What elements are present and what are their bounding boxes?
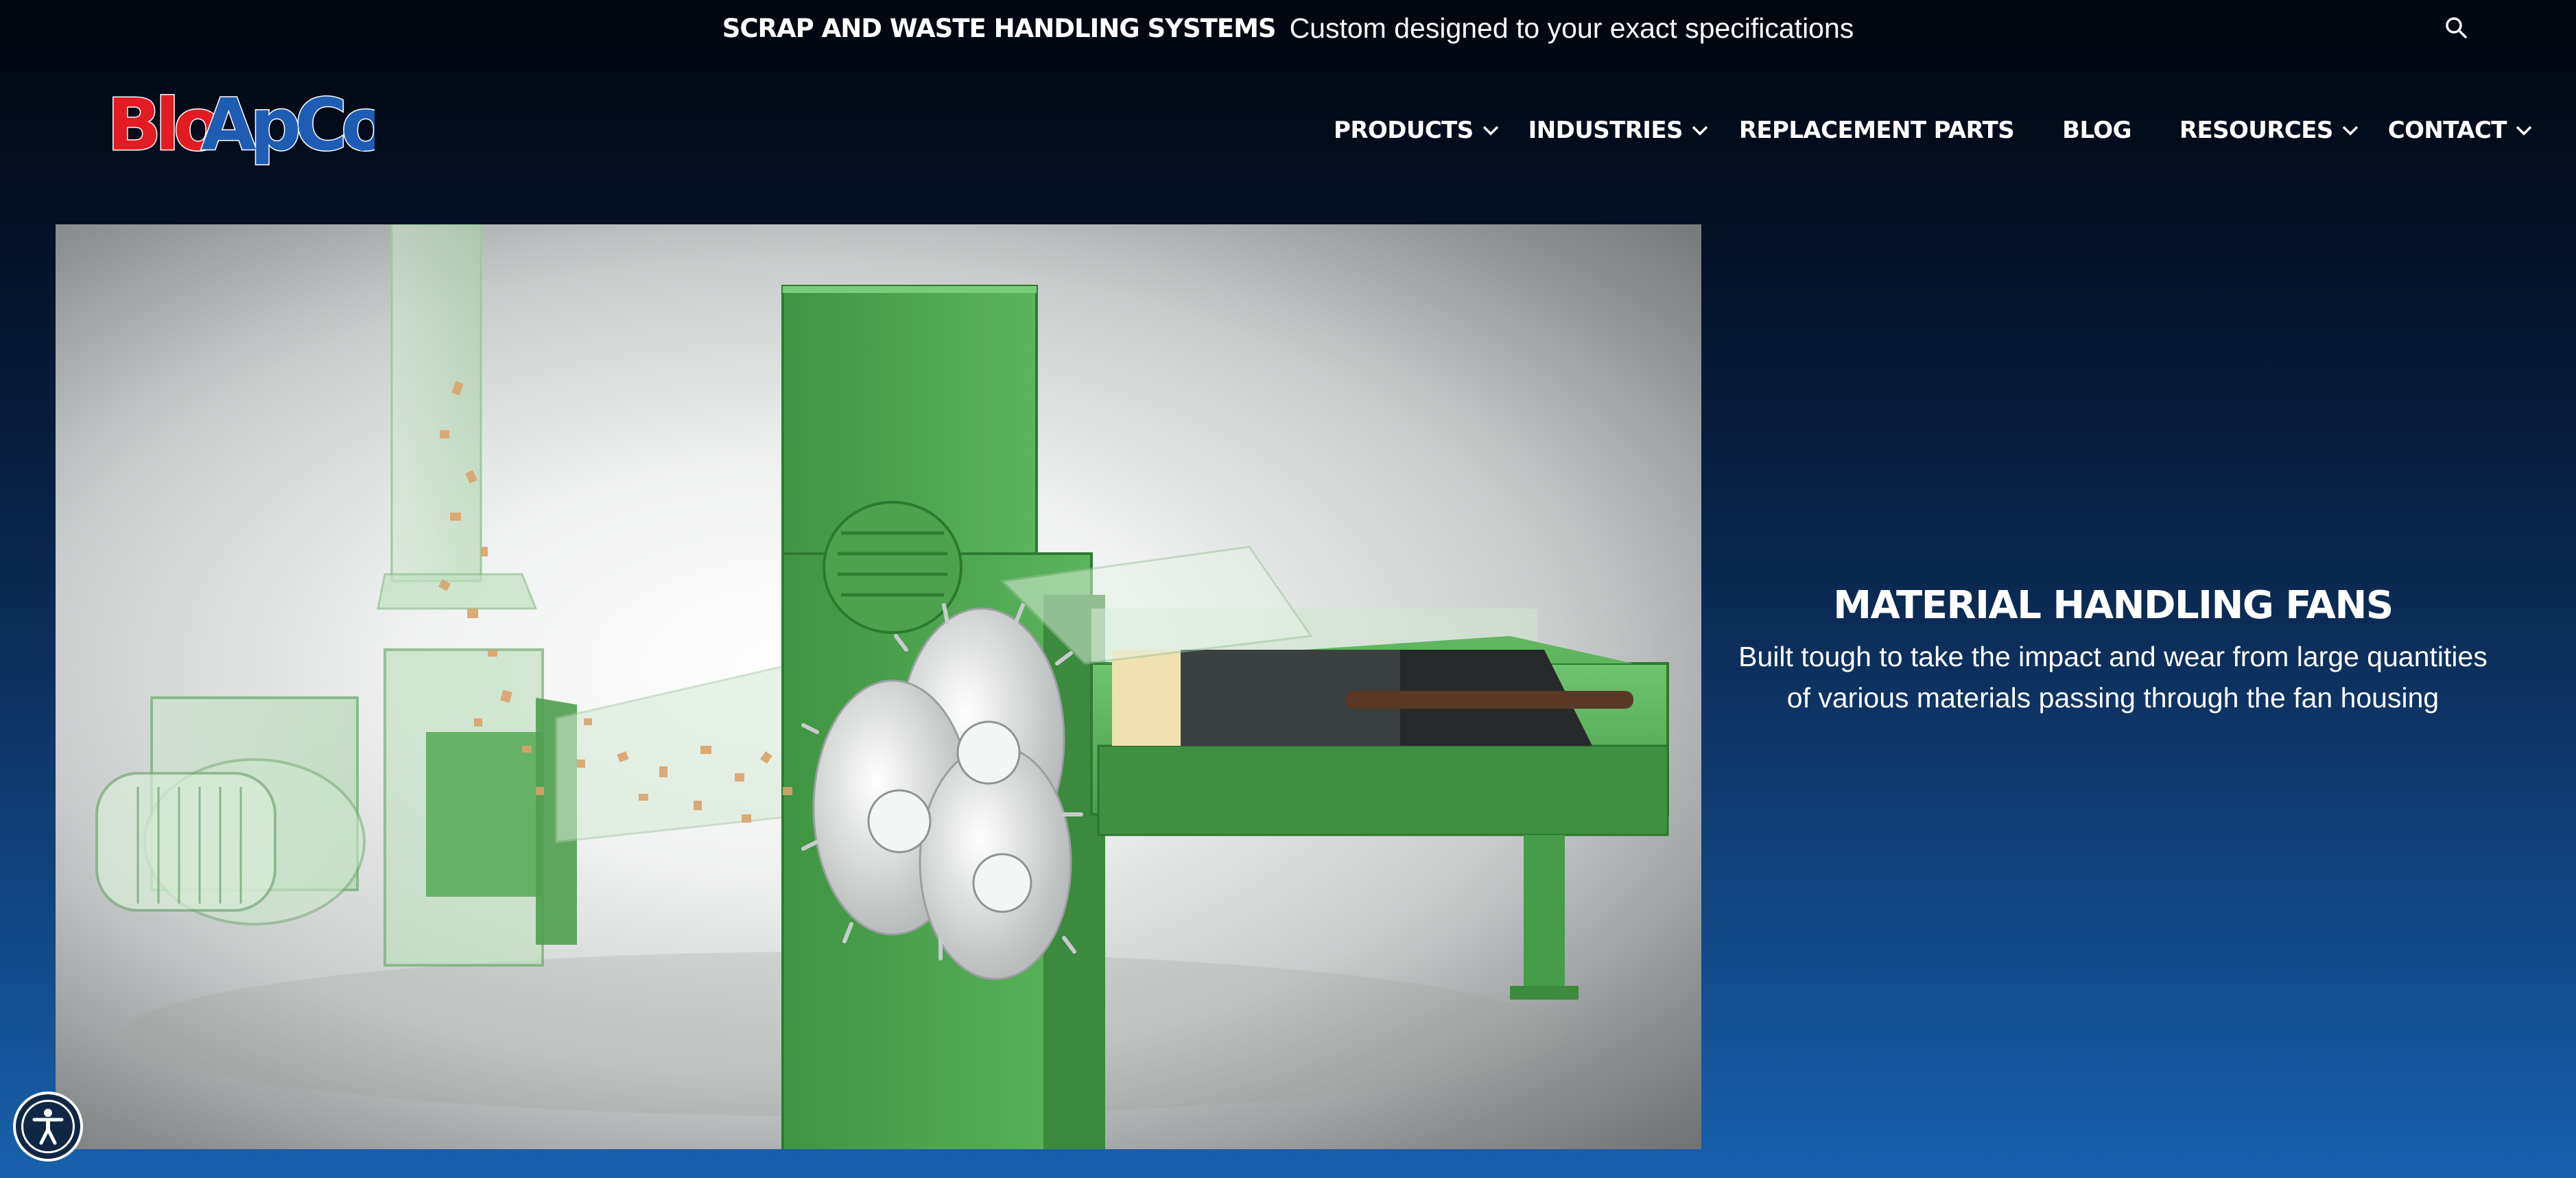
nav-item-blog[interactable]: BLOG xyxy=(2062,117,2131,144)
nav-item-resources[interactable]: RESOURCES xyxy=(2179,117,2359,144)
nav-label: CONTACT xyxy=(2387,117,2507,144)
nav-label: RESOURCES xyxy=(2179,117,2333,144)
chevron-down-icon xyxy=(1692,126,1708,136)
main-navigation: PRODUCTS INDUSTRIES REPLACEMENT PARTS BL… xyxy=(1334,110,2533,151)
nav-item-industries[interactable]: INDUSTRIES xyxy=(1528,117,1709,144)
feature-description: Built tough to take the impact and wear … xyxy=(1738,641,2488,714)
nav-item-products[interactable]: PRODUCTS xyxy=(1334,117,1500,144)
announcement-bar: SCRAP AND WASTE HANDLING SYSTEMS Custom … xyxy=(0,0,2576,56)
nav-label: PRODUCTS xyxy=(1334,117,1474,144)
nav-label: INDUSTRIES xyxy=(1528,117,1683,144)
nav-label: BLOG xyxy=(2062,117,2131,144)
shredder-illustration xyxy=(95,224,1669,1149)
svg-text:ApCo: ApCo xyxy=(201,83,375,167)
search-icon[interactable] xyxy=(2444,15,2468,40)
nav-label: REPLACEMENT PARTS xyxy=(1738,117,2015,144)
nav-item-replacement-parts[interactable]: REPLACEMENT PARTS xyxy=(1738,117,2015,144)
chevron-down-icon xyxy=(2516,126,2532,136)
hero-machine-image xyxy=(56,224,1701,1149)
announcement-tagline: Custom designed to your exact specificat… xyxy=(1289,12,1854,44)
feature-title: MATERIAL HANDLING FANS xyxy=(1833,583,2394,628)
accessibility-button[interactable] xyxy=(13,1092,83,1162)
accessibility-icon xyxy=(21,1100,75,1153)
chevron-down-icon xyxy=(1482,126,1498,136)
chevron-down-icon xyxy=(2342,126,2359,136)
feature-text: MATERIAL HANDLING FANS Built tough to ta… xyxy=(1729,583,2497,718)
bloapco-logo[interactable]: Blo ApCo xyxy=(107,81,375,170)
nav-item-contact[interactable]: CONTACT xyxy=(2388,117,2533,144)
announcement-headline: SCRAP AND WASTE HANDLING SYSTEMS xyxy=(722,13,1277,43)
